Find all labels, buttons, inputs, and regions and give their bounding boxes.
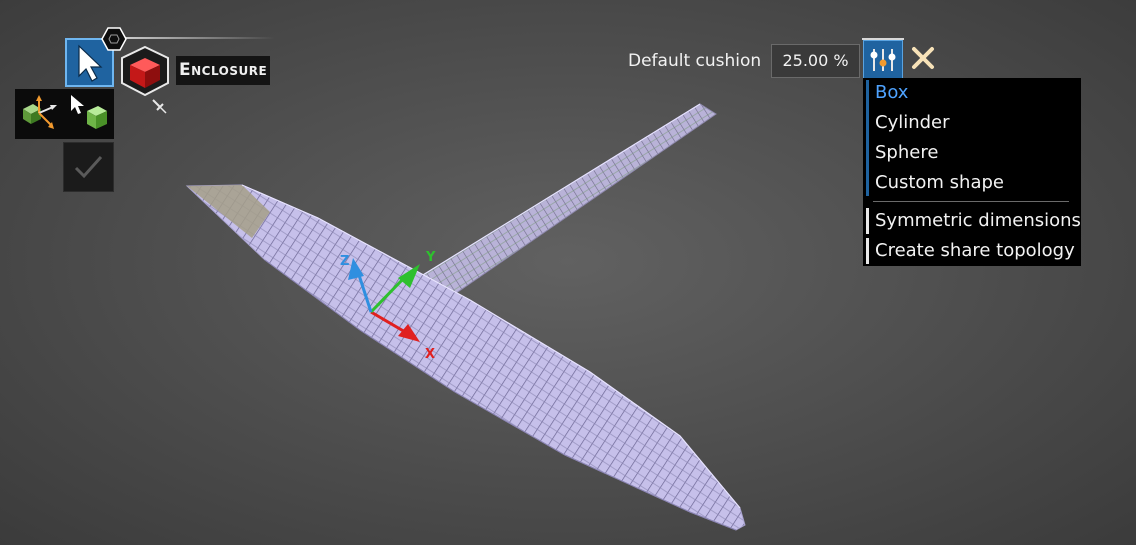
toolbar-divider <box>115 37 275 39</box>
menu-item-cylinder[interactable]: Cylinder <box>863 108 1081 138</box>
confirm-button[interactable] <box>63 142 114 192</box>
secondary-toolbar <box>15 89 114 139</box>
enclosure-box-icon <box>121 45 169 97</box>
menu-item-box[interactable]: Box <box>863 78 1081 108</box>
select-cube-icon <box>71 95 107 129</box>
close-icon[interactable] <box>909 44 937 72</box>
move-cube-icon <box>23 95 57 129</box>
options-sliders-icon <box>870 49 896 71</box>
mode-title: Enclosure <box>176 56 271 85</box>
axis-x-label: X <box>425 347 435 362</box>
tail-fin <box>417 103 717 301</box>
menu-option-symmetric-dimensions[interactable]: Symmetric dimensions <box>863 206 1081 236</box>
shape-menu: Box Cylinder Sphere Custom shape Symmetr… <box>863 78 1081 266</box>
default-cushion-input[interactable]: 25.00 % <box>771 44 860 78</box>
default-cushion-label: Default cushion <box>628 51 762 71</box>
options-button[interactable] <box>863 40 903 79</box>
menu-option-create-share-topology[interactable]: Create share topology <box>863 236 1081 266</box>
menu-item-custom-shape[interactable]: Custom shape <box>863 168 1081 198</box>
main-wing <box>185 184 746 531</box>
move-cube-button[interactable] <box>15 89 64 139</box>
axis-y-label: Y <box>425 250 436 265</box>
pin-icon[interactable] <box>150 97 168 115</box>
menu-item-sphere[interactable]: Sphere <box>863 138 1081 168</box>
select-cube-button[interactable] <box>65 89 114 139</box>
axis-z-label: Z <box>340 254 349 269</box>
checkmark-icon <box>74 155 103 179</box>
menu-divider <box>873 201 1069 202</box>
